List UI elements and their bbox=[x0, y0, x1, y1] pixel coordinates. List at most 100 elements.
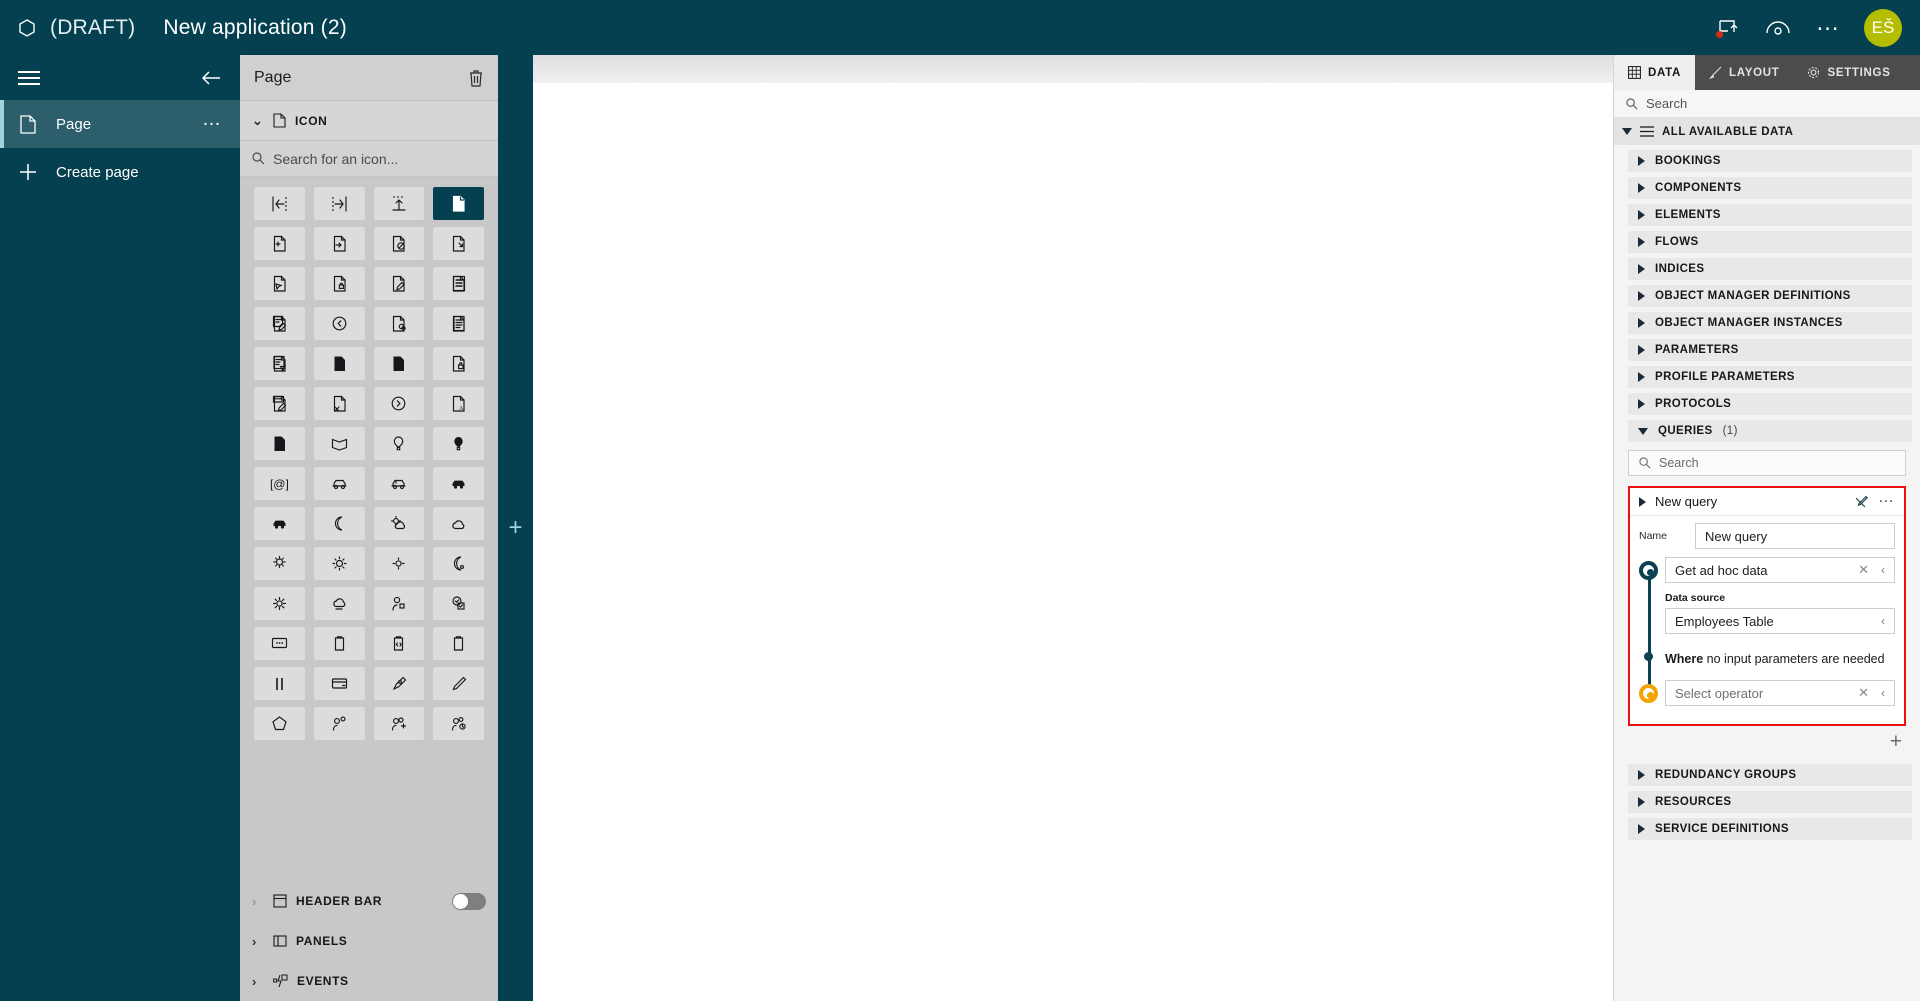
cloud-wind-icon[interactable] bbox=[313, 587, 365, 620]
document-lock2-icon[interactable] bbox=[433, 347, 484, 380]
clipboard-text-icon[interactable] bbox=[433, 627, 484, 660]
document-close-icon[interactable] bbox=[313, 387, 365, 420]
document-filter-icon[interactable] bbox=[254, 347, 305, 380]
document-edit-icon[interactable] bbox=[373, 267, 425, 300]
clear-icon[interactable]: ✕ bbox=[1858, 685, 1869, 701]
query-search-input[interactable]: Search bbox=[1628, 450, 1906, 476]
person-add-small-icon[interactable] bbox=[313, 707, 365, 740]
hamburger-menu-icon[interactable] bbox=[18, 67, 40, 89]
sidebar-item-create-page[interactable]: Create page bbox=[0, 148, 240, 196]
avatar[interactable]: EŠ bbox=[1864, 8, 1902, 47]
cloud-moon-icon[interactable] bbox=[433, 507, 484, 540]
document-solid-icon[interactable] bbox=[254, 427, 305, 460]
align-right-icon[interactable] bbox=[313, 187, 365, 220]
sun-cloud-icon[interactable] bbox=[373, 507, 425, 540]
document-link-icon[interactable] bbox=[373, 307, 425, 340]
clear-icon[interactable]: ✕ bbox=[1858, 562, 1869, 578]
pencil-icon[interactable] bbox=[433, 667, 484, 700]
data-search-input[interactable]: Search bbox=[1614, 90, 1920, 118]
query-name-input[interactable]: New query bbox=[1695, 523, 1895, 549]
section-icon[interactable]: ⌄ ICON bbox=[240, 101, 498, 141]
data-category-bookings[interactable]: BOOKINGS bbox=[1628, 150, 1912, 172]
unlink-pen-icon[interactable] bbox=[1853, 494, 1869, 510]
query-action-select[interactable]: Get ad hoc data ✕ ‹ bbox=[1665, 557, 1895, 583]
section-panels[interactable]: › PANELS bbox=[240, 921, 498, 961]
data-category-resources[interactable]: RESOURCES bbox=[1628, 791, 1912, 813]
sidebar-item-page[interactable]: Page … bbox=[0, 100, 240, 148]
people-add-icon[interactable] bbox=[373, 707, 425, 740]
data-category-parameters[interactable]: PARAMETERS bbox=[1628, 339, 1912, 361]
back-arrow-icon[interactable] bbox=[200, 70, 222, 86]
preview-eye-icon[interactable] bbox=[1764, 14, 1792, 42]
chevron-circle-right-icon[interactable] bbox=[373, 387, 425, 420]
check-badges-icon[interactable] bbox=[433, 587, 484, 620]
pentagon-icon[interactable] bbox=[254, 707, 305, 740]
document-note-edit-icon[interactable] bbox=[254, 307, 305, 340]
header-bar-toggle[interactable] bbox=[452, 892, 486, 910]
clock-back-icon[interactable] bbox=[313, 307, 365, 340]
document-icon[interactable] bbox=[433, 187, 484, 220]
add-element-button[interactable]: + bbox=[508, 516, 522, 540]
add-query-button[interactable]: + bbox=[1890, 730, 1902, 753]
query-card-header[interactable]: New query… bbox=[1630, 488, 1904, 516]
document-lock-icon[interactable] bbox=[313, 267, 365, 300]
sidebar-item-more-icon[interactable]: … bbox=[202, 110, 222, 131]
data-category-protocols[interactable]: PROTOCOLS bbox=[1628, 393, 1912, 415]
document-blocked-icon[interactable] bbox=[373, 227, 425, 260]
data-category-profile-parameters[interactable]: PROFILE PARAMETERS bbox=[1628, 366, 1912, 388]
hexagon-logo-icon[interactable] bbox=[14, 15, 40, 41]
credit-card-icon[interactable] bbox=[313, 667, 365, 700]
data-category-object-manager-definitions[interactable]: OBJECT MANAGER DEFINITIONS bbox=[1628, 285, 1912, 307]
page-canvas[interactable] bbox=[533, 55, 1613, 1001]
publish-icon[interactable] bbox=[1714, 14, 1742, 42]
data-category-service-definitions[interactable]: SERVICE DEFINITIONS bbox=[1628, 818, 1912, 840]
balloon-icon[interactable] bbox=[373, 427, 425, 460]
sun-rain-icon[interactable] bbox=[254, 547, 305, 580]
document-forward-icon[interactable] bbox=[313, 227, 365, 260]
align-left-icon[interactable] bbox=[254, 187, 305, 220]
chevron-left-icon[interactable]: ‹ bbox=[1881, 614, 1885, 628]
icon-search-input[interactable]: Search for an icon... bbox=[240, 141, 498, 177]
document-cursor-icon[interactable] bbox=[254, 267, 305, 300]
pen-nib-icon[interactable] bbox=[373, 667, 425, 700]
balloon-filled-icon[interactable] bbox=[433, 427, 484, 460]
data-category-indices[interactable]: INDICES bbox=[1628, 258, 1912, 280]
car-outline-icon[interactable] bbox=[313, 467, 365, 500]
banner-icon[interactable] bbox=[313, 427, 365, 460]
person-lock-icon[interactable] bbox=[373, 587, 425, 620]
car-solid-icon[interactable] bbox=[254, 507, 305, 540]
document-text-icon[interactable]: A bbox=[433, 387, 484, 420]
triangle-right-icon[interactable] bbox=[1639, 496, 1646, 507]
icon-grid[interactable]: A [@] bbox=[240, 177, 498, 881]
overflow-menu-icon[interactable]: … bbox=[1814, 10, 1842, 42]
operator-select[interactable]: Select operator ✕ ‹ bbox=[1665, 680, 1895, 706]
sun-small-icon[interactable] bbox=[373, 547, 425, 580]
data-category-object-manager-instances[interactable]: OBJECT MANAGER INSTANCES bbox=[1628, 312, 1912, 334]
chevron-left-icon[interactable]: ‹ bbox=[1881, 563, 1885, 577]
all-available-data-header[interactable]: ALL AVAILABLE DATA bbox=[1614, 118, 1920, 145]
trash-icon[interactable] bbox=[468, 69, 484, 87]
sun-rays-icon[interactable] bbox=[254, 587, 305, 620]
document-solid-lines-icon[interactable] bbox=[313, 347, 365, 380]
data-category-queries[interactable]: QUERIES (1) bbox=[1628, 420, 1912, 442]
car-icon[interactable] bbox=[373, 467, 425, 500]
section-header-bar[interactable]: › HEADER BAR bbox=[240, 881, 498, 921]
document-list-icon[interactable] bbox=[433, 267, 484, 300]
data-category-components[interactable]: COMPONENTS bbox=[1628, 177, 1912, 199]
pause-icon[interactable] bbox=[254, 667, 305, 700]
moon-crescent-icon[interactable] bbox=[433, 547, 484, 580]
query-more-icon[interactable]: … bbox=[1878, 490, 1895, 508]
chat-dots-icon[interactable] bbox=[254, 627, 305, 660]
people-time-icon[interactable] bbox=[433, 707, 484, 740]
clipboard-icon[interactable] bbox=[313, 627, 365, 660]
data-category-flows[interactable]: FLOWS bbox=[1628, 231, 1912, 253]
align-top-icon[interactable] bbox=[373, 187, 425, 220]
at-bracket-icon[interactable]: [@] bbox=[254, 467, 305, 500]
tab-layout[interactable]: LAYOUT bbox=[1695, 55, 1793, 90]
document-pen-icon[interactable] bbox=[254, 387, 305, 420]
moon-icon[interactable] bbox=[313, 507, 365, 540]
document-lines-icon[interactable] bbox=[433, 307, 484, 340]
tab-settings[interactable]: SETTINGS bbox=[1793, 55, 1904, 90]
document-filled-icon[interactable] bbox=[373, 347, 425, 380]
data-source-select[interactable]: Employees Table ‹ bbox=[1665, 608, 1895, 634]
